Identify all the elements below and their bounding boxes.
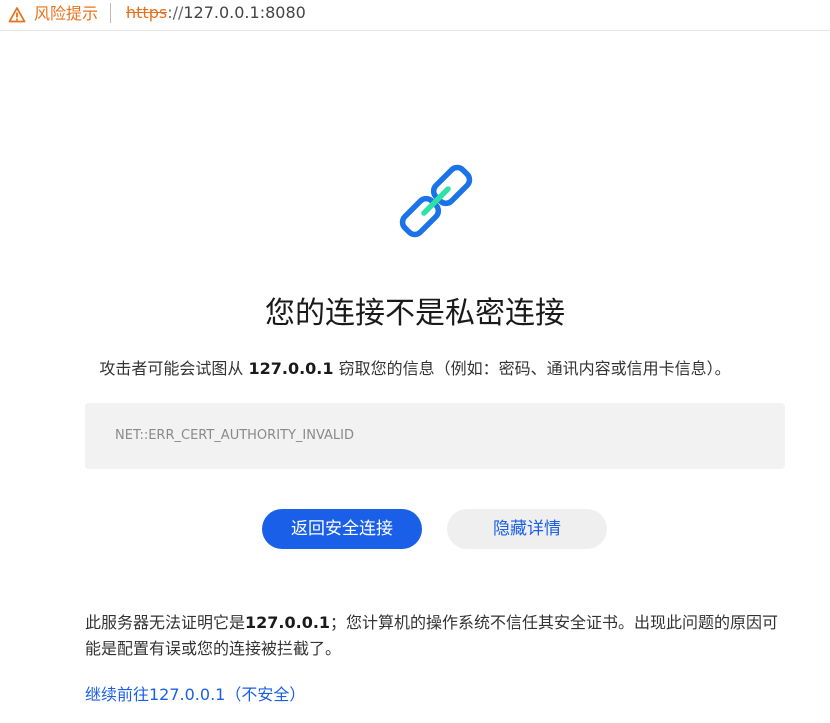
error-code-box: NET::ERR_CERT_AUTHORITY_INVALID: [85, 403, 785, 469]
details-prefix: 此服务器无法证明它是: [85, 613, 246, 632]
proceed-unsafe-link[interactable]: 继续前往127.0.0.1（不安全）: [85, 683, 305, 707]
details-text: 此服务器无法证明它是127.0.0.1；您计算机的操作系统不信任其安全证书。出现…: [85, 610, 785, 662]
warning-triangle-icon: [8, 7, 26, 23]
error-code: NET::ERR_CERT_AUTHORITY_INVALID: [115, 428, 355, 443]
description-prefix: 攻击者可能会试图从: [99, 359, 249, 378]
warning-description: 攻击者可能会试图从 127.0.0.1 窃取您的信息（例如：密码、通讯内容或信用…: [0, 357, 830, 381]
url-separator: ://: [167, 3, 184, 22]
url-text[interactable]: https://127.0.0.1:8080: [126, 3, 306, 23]
description-host: 127.0.0.1: [248, 359, 334, 378]
address-separator: [110, 3, 111, 23]
address-bar[interactable]: 风险提示 https://127.0.0.1:8080: [0, 0, 830, 31]
url-scheme: https: [126, 3, 168, 22]
description-suffix: 窃取您的信息（例如：密码、通讯内容或信用卡信息）。: [333, 359, 731, 378]
page-title: 您的连接不是私密连接: [265, 296, 565, 331]
url-host: 127.0.0.1:8080: [183, 3, 306, 22]
broken-link-icon: [399, 164, 473, 238]
hide-details-button[interactable]: 隐藏详情: [447, 509, 607, 549]
details-host: 127.0.0.1: [245, 613, 331, 632]
back-to-safety-button[interactable]: 返回安全连接: [262, 509, 422, 549]
security-warning-label[interactable]: 风险提示: [34, 4, 98, 24]
